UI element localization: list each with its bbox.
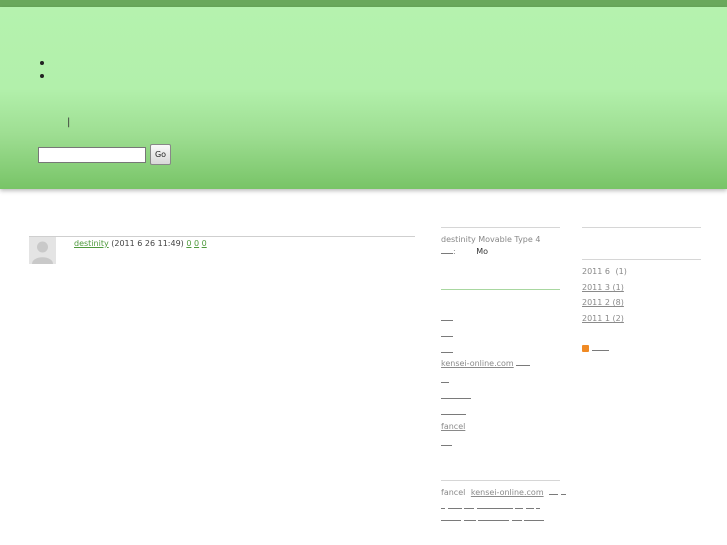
archive-item[interactable]: 2011 1 (2)	[582, 313, 624, 324]
sidebar-link[interactable]	[441, 313, 453, 324]
nav-separator: |	[67, 117, 71, 128]
sidebar-footer-links[interactable]	[441, 513, 545, 524]
sidebar-link[interactable]	[441, 407, 466, 418]
sidebar-link-fancel[interactable]: fancel	[441, 421, 465, 432]
footer-link[interactable]: kensei-online.com	[471, 488, 544, 497]
profile-line: : Mo	[441, 246, 488, 257]
sidebar1-rule-top	[441, 227, 560, 228]
rss-icon	[582, 345, 589, 352]
sidebar-link[interactable]	[441, 345, 453, 356]
sidebar-link[interactable]	[441, 438, 452, 449]
sidebar-link[interactable]	[441, 329, 453, 340]
avatar-placeholder-icon	[29, 237, 56, 264]
archive-item[interactable]: 2011 2 (8)	[582, 297, 624, 308]
sidebar-footer: fancel kensei-online.com	[441, 487, 566, 498]
profile-label-suffix: :	[453, 247, 456, 256]
sidebar1-rule-mid	[441, 289, 560, 290]
author-link[interactable]: destinity	[74, 239, 109, 248]
archive-item[interactable]: 2011 3 (1)	[582, 282, 624, 293]
sidebar-link[interactable]	[441, 391, 471, 402]
bullet-icon	[40, 74, 44, 78]
footer-prefix: fancel	[441, 488, 466, 497]
search-input[interactable]	[38, 147, 146, 163]
nav-item[interactable]	[40, 70, 160, 83]
sidebar-link[interactable]	[441, 375, 449, 386]
entry-link-3[interactable]: 0	[202, 239, 207, 248]
entry-divider	[29, 236, 415, 237]
archive-item[interactable]: 2011 6 (1)	[582, 266, 627, 277]
entry-link-2[interactable]: 0	[194, 239, 199, 248]
profile-value: Mo	[476, 247, 489, 256]
top-bar	[0, 0, 727, 7]
rss-feed[interactable]	[582, 343, 609, 354]
entry-link-1[interactable]: 0	[186, 239, 191, 248]
go-button[interactable]: Go	[150, 144, 171, 165]
profile-label-link[interactable]	[441, 246, 453, 254]
site-header: | Go	[0, 7, 727, 189]
sidebar2-rule-top	[582, 227, 701, 228]
nav-item[interactable]	[40, 57, 160, 70]
entry-datetime: (2011 6 26 11:49)	[111, 239, 184, 248]
sidebar1-rule-bottom	[441, 480, 560, 481]
profile-text: destinity Movable Type 4	[441, 235, 541, 244]
sidebar-footer-links[interactable]	[441, 501, 541, 512]
header-nav	[40, 57, 160, 83]
entry-meta: destinity (2011 6 26 11:49) 0 0 0	[74, 238, 207, 249]
sidebar2-rule-mid	[582, 259, 701, 260]
sidebar-link-kensei[interactable]: kensei-online.com	[441, 358, 531, 369]
bullet-icon	[40, 61, 44, 65]
